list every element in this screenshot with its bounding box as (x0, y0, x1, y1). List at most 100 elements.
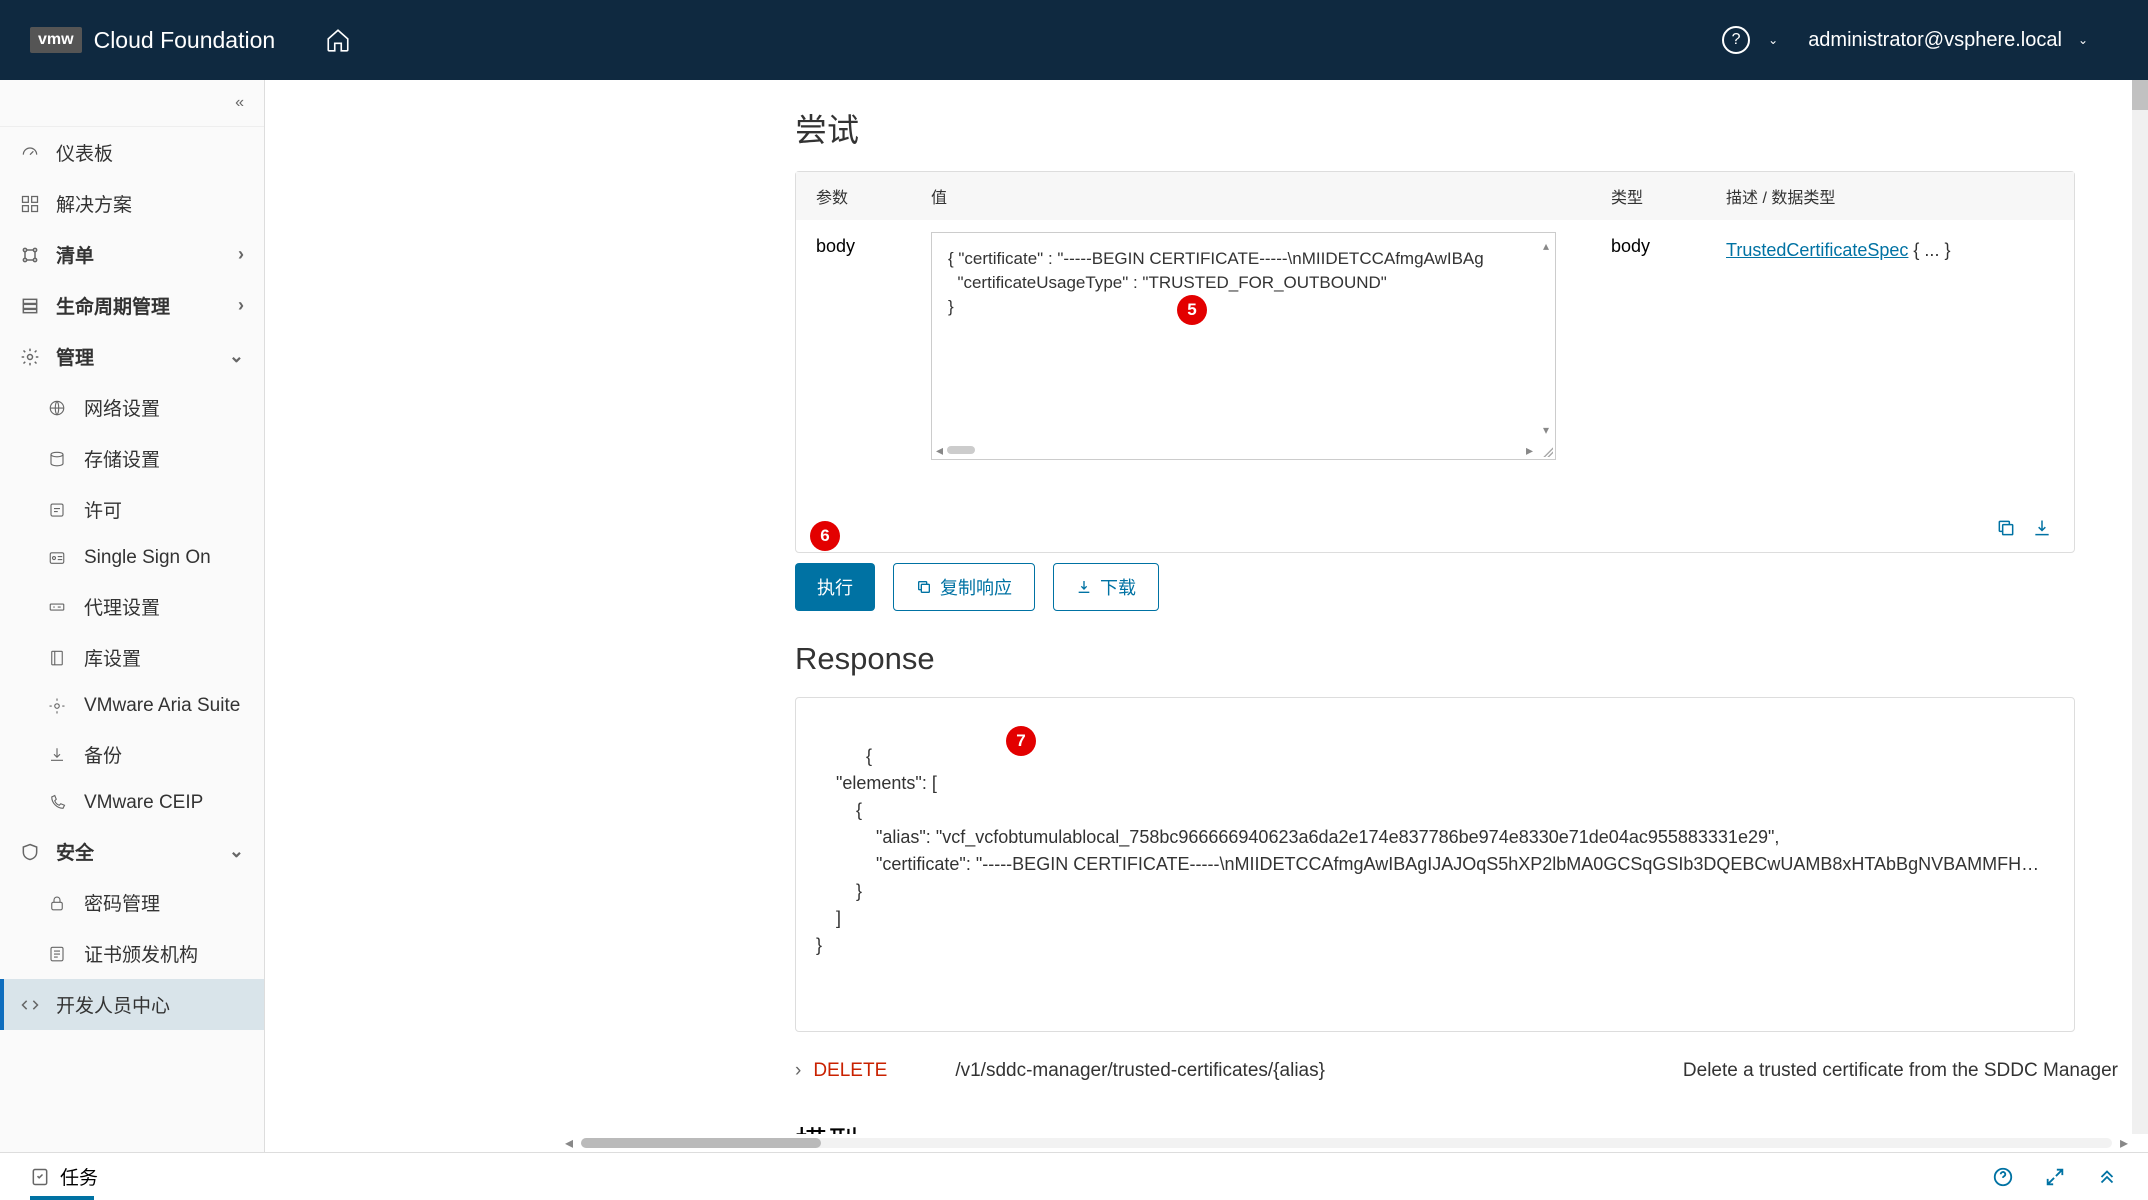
lock-icon (48, 894, 74, 912)
api-description: Delete a trusted certificate from the SD… (1683, 1060, 2118, 1082)
nav-label: 生命周期管理 (56, 292, 170, 319)
nav-label: 管理 (56, 343, 94, 370)
nav-security[interactable]: 安全 ⌄ (0, 826, 264, 877)
sso-icon (48, 549, 74, 567)
nav-label: 网络设置 (84, 394, 160, 421)
help-icon[interactable]: ? (1722, 26, 1750, 54)
scroll-right-icon[interactable]: ▸ (2120, 1133, 2128, 1152)
nav-developer[interactable]: 开发人员中心 (0, 979, 264, 1030)
phone-icon (48, 794, 74, 812)
inventory-icon (20, 245, 46, 265)
vmw-logo: vmw (30, 27, 82, 53)
response-body: { "elements": [ { "alias": "vcf_vcfobtum… (795, 697, 2075, 1032)
scroll-left-icon[interactable]: ◂ (565, 1133, 573, 1152)
storage-icon (48, 450, 74, 468)
scroll-up-caret-icon[interactable]: ▴ (1543, 239, 1549, 253)
schema-link[interactable]: TrustedCertificateSpec (1726, 240, 1908, 260)
repo-icon (48, 649, 74, 667)
nav-ceip[interactable]: VMware CEIP (0, 780, 264, 826)
license-icon (48, 501, 74, 519)
nav-solutions[interactable]: 解决方案 (0, 178, 264, 229)
nav-admin[interactable]: 管理 ⌄ (0, 331, 264, 382)
help-dropdown-caret-icon[interactable]: ⌄ (1768, 33, 1778, 47)
nav-label: Single Sign On (84, 547, 211, 569)
nav-sso[interactable]: Single Sign On (0, 535, 264, 581)
nav-label: 开发人员中心 (56, 991, 170, 1018)
nav-label: VMware CEIP (84, 792, 203, 814)
nav-lifecycle[interactable]: 生命周期管理 › (0, 280, 264, 331)
chevron-right-icon: › (238, 295, 244, 316)
callout-marker-7: 7 (1006, 726, 1036, 756)
chevron-down-icon: ⌄ (229, 841, 244, 862)
nav-password[interactable]: 密码管理 (0, 877, 264, 928)
download-icon (1076, 579, 1092, 595)
shield-icon (20, 842, 46, 862)
chevron-right-icon: › (795, 1060, 801, 1082)
api-endpoint-row[interactable]: › DELETE /v1/sddc-manager/trusted-certif… (765, 1044, 2148, 1098)
model-section-title: 模型 (765, 1098, 2148, 1134)
nav-label: 仪表板 (56, 139, 113, 166)
gear-icon (20, 347, 46, 367)
nav-backup[interactable]: 备份 (0, 729, 264, 780)
collapse-up-icon[interactable] (2096, 1166, 2118, 1188)
nav-proxy[interactable]: 代理设置 (0, 581, 264, 632)
download-icon[interactable] (2032, 518, 2052, 538)
nav-storage[interactable]: 存储设置 (0, 433, 264, 484)
backup-icon (48, 746, 74, 764)
user-dropdown-caret-icon[interactable]: ⌄ (2078, 33, 2088, 47)
tasks-label[interactable]: 任务 (60, 1163, 98, 1190)
callout-marker-6: 6 (810, 521, 840, 551)
copy-icon[interactable] (1996, 518, 2016, 538)
sidebar-collapse-bar[interactable]: « (0, 80, 264, 127)
try-section-title: 尝试 (765, 80, 2148, 171)
scroll-right-icon[interactable]: ▸ (1526, 442, 1533, 459)
certificate-icon (48, 945, 74, 963)
api-path: /v1/sddc-manager/trusted-certificates/{a… (955, 1060, 1345, 1082)
textarea-content: { "certificate" : "-----BEGIN CERTIFICAT… (932, 233, 1555, 441)
resize-handle-icon[interactable] (1541, 445, 1555, 459)
dashboard-icon (20, 143, 46, 163)
th-param: 参数 (816, 184, 931, 208)
chevron-down-icon: ⌄ (229, 346, 244, 367)
execute-button[interactable]: 执行 (795, 563, 875, 611)
nav-label: 安全 (56, 838, 94, 865)
nav-ca[interactable]: 证书颁发机构 (0, 928, 264, 979)
network-icon (48, 399, 74, 417)
nav-inventory[interactable]: 清单 › (0, 229, 264, 280)
nav-dashboard[interactable]: 仪表板 (0, 127, 264, 178)
param-name: body (816, 232, 931, 460)
schema-braces: { ... } (1908, 240, 1950, 260)
nav-label: 库设置 (84, 644, 141, 671)
user-label[interactable]: administrator@vsphere.local (1808, 29, 2062, 52)
nav-license[interactable]: 许可 (0, 484, 264, 535)
nav-network[interactable]: 网络设置 (0, 382, 264, 433)
task-help-icon[interactable] (1992, 1166, 2014, 1188)
task-bar: 任务 (0, 1152, 2148, 1200)
textarea-h-scrollbar[interactable]: ◂ ▸ (932, 441, 1537, 459)
expand-icon[interactable] (2044, 1166, 2066, 1188)
content-area: 尝试 参数 值 类型 描述 / 数据类型 body { "certificate… (265, 80, 2148, 1152)
download-button[interactable]: 下载 (1053, 563, 1159, 611)
callout-marker-5: 5 (1177, 295, 1207, 325)
content-v-scrollbar[interactable] (2132, 80, 2148, 1134)
nav-aria[interactable]: VMware Aria Suite (0, 683, 264, 729)
nav-label: 证书颁发机构 (84, 940, 198, 967)
app-header: vmw Cloud Foundation ? ⌄ administrator@v… (0, 0, 2148, 80)
home-icon[interactable] (325, 27, 351, 53)
api-method: DELETE (813, 1060, 943, 1082)
chevron-right-icon: › (238, 244, 244, 265)
nav-label: 清单 (56, 241, 94, 268)
param-type: body (1611, 232, 1726, 460)
nav-repo[interactable]: 库设置 (0, 632, 264, 683)
body-textarea[interactable]: { "certificate" : "-----BEGIN CERTIFICAT… (931, 232, 1556, 460)
th-desc: 描述 / 数据类型 (1726, 184, 2054, 208)
copy-response-button[interactable]: 复制响应 (893, 563, 1035, 611)
scroll-left-icon[interactable]: ◂ (936, 442, 943, 459)
proxy-icon (48, 598, 74, 616)
content-h-scrollbar[interactable]: ◂ ▸ (265, 1134, 2148, 1152)
copy-icon (916, 579, 932, 595)
aria-icon (48, 697, 74, 715)
nav-label: 存储设置 (84, 445, 160, 472)
scroll-down-caret-icon[interactable]: ▾ (1543, 423, 1549, 437)
try-table-header: 参数 值 类型 描述 / 数据类型 (796, 172, 2074, 220)
